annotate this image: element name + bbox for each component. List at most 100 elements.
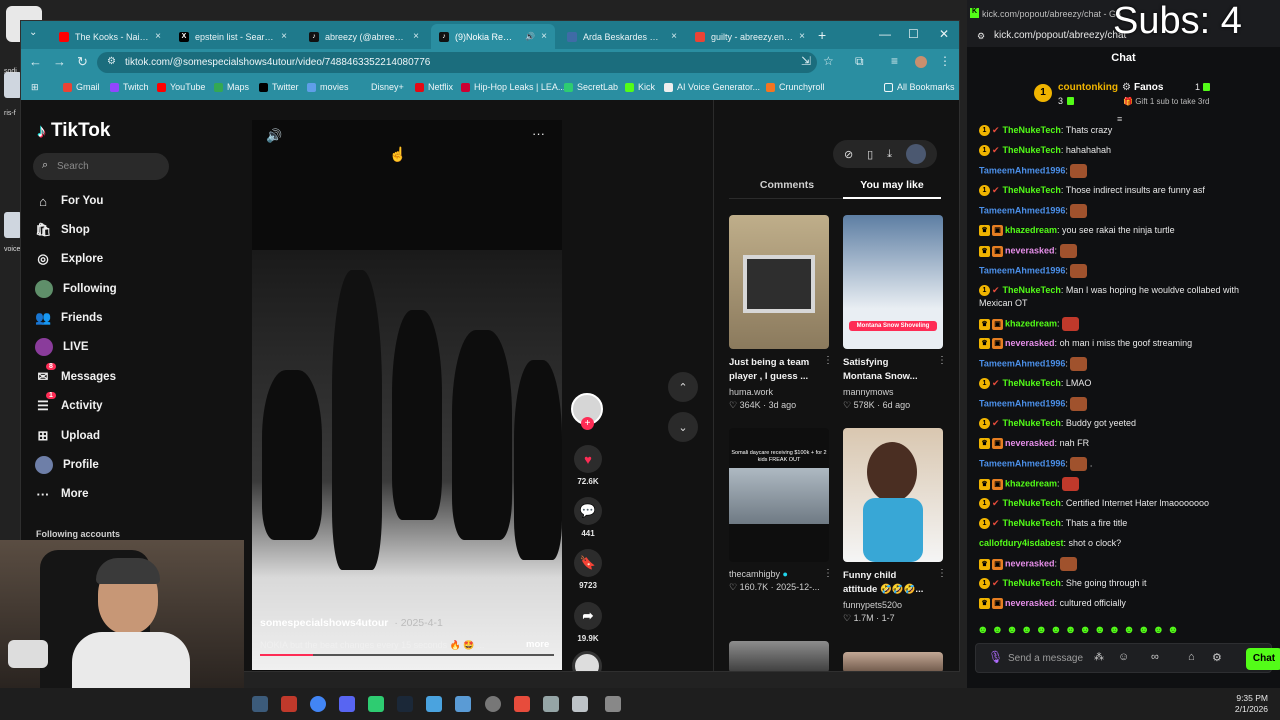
- save-button[interactable]: 🔖 9723: [569, 549, 607, 590]
- more-options-icon[interactable]: ⋮: [937, 355, 947, 366]
- card-author[interactable]: mannymows: [843, 387, 943, 397]
- previous-video-button[interactable]: ⌃: [668, 372, 698, 402]
- suggested-video-card[interactable]: Just being a team player , I guess ... ⋮…: [729, 215, 833, 411]
- tab-you-may-like[interactable]: You may like: [843, 179, 941, 191]
- bookmark-item[interactable]: Maps: [214, 82, 249, 92]
- follow-plus-icon[interactable]: +: [581, 417, 594, 430]
- close-tab-icon[interactable]: ×: [671, 31, 677, 42]
- browser-tab[interactable]: Arda Beskardes — JMa ×: [559, 24, 685, 49]
- media-icon[interactable]: ≡: [891, 54, 898, 68]
- all-bookmarks[interactable]: All Bookmarks: [884, 82, 955, 92]
- second-gifter-name[interactable]: Fanos: [1134, 82, 1163, 93]
- microphone-icon[interactable]: 🎙: [988, 650, 1003, 664]
- chat-username[interactable]: neverasked: [1005, 338, 1055, 348]
- emoji-icon[interactable]: ☺: [1118, 651, 1129, 663]
- bookmark-item[interactable]: Netflix: [415, 82, 453, 92]
- bookmark-item[interactable]: YouTube: [157, 82, 205, 92]
- app-icon[interactable]: [605, 696, 621, 712]
- gift-hint-row[interactable]: 🎁 Gift 1 sub to take 3rd: [1123, 97, 1209, 106]
- chat-username[interactable]: TheNukeTech: [1003, 285, 1061, 295]
- chat-username[interactable]: neverasked: [1005, 558, 1055, 568]
- profile-avatar[interactable]: [915, 56, 927, 68]
- minimize-icon[interactable]: —: [879, 27, 891, 41]
- volume-icon[interactable]: 🔊: [266, 128, 282, 144]
- chat-username[interactable]: TheNukeTech: [1003, 125, 1061, 135]
- chat-username[interactable]: TheNukeTech: [1003, 378, 1061, 388]
- infinity-icon[interactable]: ∞: [1151, 651, 1159, 663]
- notepad-icon[interactable]: [455, 696, 471, 712]
- extensions-icon[interactable]: ⧉: [855, 54, 864, 69]
- chat-username[interactable]: khazedream: [1005, 478, 1057, 488]
- install-app-icon[interactable]: ⇲: [801, 54, 811, 68]
- chat-username[interactable]: TheNukeTech: [1003, 418, 1061, 428]
- nav-shop[interactable]: 🛍 Shop: [35, 219, 90, 241]
- bookmark-item[interactable]: Twitter: [259, 82, 299, 92]
- description-more-link[interactable]: more: [526, 639, 549, 650]
- browser-tab-active[interactable]: ♪ (9)Nokia Remix wit 🔊 ×: [431, 24, 555, 49]
- reload-icon[interactable]: ↻: [77, 54, 88, 70]
- chat-username[interactable]: TameemAhmed1996: [979, 205, 1065, 215]
- app-icon[interactable]: [368, 696, 384, 712]
- chat-username[interactable]: TheNukeTech: [1003, 185, 1061, 195]
- nav-friends[interactable]: 👥 Friends: [35, 307, 103, 329]
- obs-icon[interactable]: [485, 696, 501, 712]
- close-tab-icon[interactable]: ×: [413, 31, 419, 42]
- close-window-icon[interactable]: ✕: [939, 27, 949, 41]
- video-progress-bar[interactable]: [260, 654, 554, 656]
- top-gifter-name[interactable]: countonking: [1058, 82, 1118, 93]
- forward-icon[interactable]: →: [53, 54, 66, 69]
- chrome-icon[interactable]: [310, 696, 326, 712]
- system-clock[interactable]: 9:35 PM 2/1/2026: [1224, 693, 1268, 715]
- chat-username[interactable]: TheNukeTech: [1003, 145, 1061, 155]
- settings-app-icon[interactable]: [252, 696, 268, 712]
- card-author[interactable]: funnypets520o: [843, 600, 943, 610]
- chat-username[interactable]: neverasked: [1005, 598, 1055, 608]
- maximize-icon[interactable]: ☐: [908, 27, 919, 41]
- store-icon[interactable]: ⌂: [1188, 651, 1195, 663]
- discord-icon[interactable]: [339, 696, 355, 712]
- tiktok-logo[interactable]: ♪ TikTok: [37, 120, 110, 142]
- audio-playing-icon[interactable]: 🔊: [525, 32, 535, 41]
- address-bar[interactable]: ⚙ tiktok.com/@somespecialshows4utour/vid…: [97, 52, 817, 73]
- nav-more[interactable]: ··· More: [35, 483, 89, 505]
- suggested-video-card[interactable]: Montana Snow Shoveling Satisfying Montan…: [843, 215, 947, 411]
- suggested-video-card[interactable]: Funny child attitude 🤣🤣🤣... ⋮ funnypets5…: [843, 428, 947, 624]
- like-button[interactable]: ♥ 72.6K: [569, 445, 607, 486]
- chat-username[interactable]: TheNukeTech: [1003, 498, 1061, 508]
- more-options-icon[interactable]: ···: [532, 126, 545, 141]
- chat-username[interactable]: neverasked: [1005, 245, 1055, 255]
- share-button[interactable]: ➦ 19.9K: [569, 602, 607, 643]
- chat-username[interactable]: callofdury4isdabest: [979, 538, 1064, 548]
- bookmark-item[interactable]: Twitch: [110, 82, 149, 92]
- more-options-icon[interactable]: ⋮: [823, 355, 833, 366]
- tab-comments[interactable]: Comments: [729, 179, 845, 191]
- video-author[interactable]: somespecialshows4utour · 2025-4-1: [260, 617, 443, 629]
- app-icon[interactable]: [572, 696, 588, 712]
- chat-username[interactable]: TameemAhmed1996: [979, 458, 1065, 468]
- bookmark-item[interactable]: Hip-Hop Leaks | LEA...: [461, 82, 565, 92]
- tab-search-icon[interactable]: ⌄: [29, 27, 37, 38]
- site-info-icon[interactable]: ⚙: [977, 31, 985, 42]
- app-icon[interactable]: [514, 696, 530, 712]
- nav-activity[interactable]: ☰ 1 Activity: [35, 392, 103, 417]
- settings-icon[interactable]: ⚙: [1212, 651, 1222, 664]
- apps-grid-icon[interactable]: ⊞: [31, 82, 39, 93]
- chrome-menu-icon[interactable]: ⋮: [939, 54, 951, 68]
- bookmark-item[interactable]: Gmail: [63, 82, 100, 92]
- nav-explore[interactable]: ◎ Explore: [35, 248, 103, 270]
- nav-profile[interactable]: Profile: [35, 454, 99, 476]
- new-tab-button[interactable]: +: [818, 27, 826, 43]
- chat-username[interactable]: TameemAhmed1996: [979, 265, 1065, 275]
- video-player[interactable]: 🔊 ··· somespecialshows4utour · 2025-4-1 N…: [252, 120, 562, 671]
- more-options-icon[interactable]: ⋮: [823, 568, 833, 579]
- chat-send-button[interactable]: Chat: [1246, 648, 1280, 670]
- bookmark-item[interactable]: Kick: [625, 82, 655, 92]
- music-disc-icon[interactable]: [572, 651, 602, 671]
- nav-live[interactable]: LIVE: [35, 336, 89, 358]
- app-icon[interactable]: [281, 696, 297, 712]
- chat-username[interactable]: TameemAhmed1996: [979, 398, 1065, 408]
- send-message-input[interactable]: Send a message: [1008, 653, 1083, 664]
- suggested-video-card[interactable]: [843, 652, 943, 671]
- chat-username[interactable]: TheNukeTech: [1003, 578, 1061, 588]
- chat-username[interactable]: khazedream: [1005, 225, 1057, 235]
